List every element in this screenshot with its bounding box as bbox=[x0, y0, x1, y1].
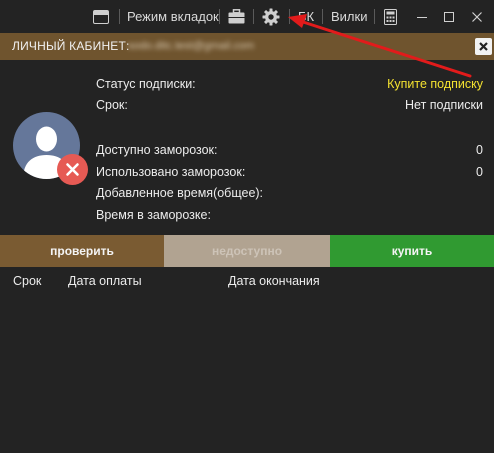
added-time-label: Добавленное время(общее): bbox=[96, 186, 264, 200]
subscription-status-label: Статус подписки: bbox=[96, 77, 196, 91]
no-subscription-icon bbox=[57, 154, 88, 185]
tabs-mode-button[interactable]: Режим вкладок bbox=[127, 0, 219, 33]
account-header: ЛИЧНЫЙ КАБИНЕТ: sodo.ditc.test@gmail.com bbox=[0, 33, 494, 60]
column-header-term: Срок bbox=[13, 274, 42, 288]
annotation-arrow bbox=[288, 14, 472, 78]
column-header-end-date: Дата окончания bbox=[228, 274, 320, 288]
close-panel-icon[interactable] bbox=[475, 38, 492, 55]
window-icon[interactable] bbox=[93, 0, 109, 33]
check-button[interactable]: проверить bbox=[0, 235, 164, 267]
bk-button[interactable]: БК bbox=[298, 0, 314, 33]
toolbar-divider bbox=[289, 9, 290, 24]
toolbar-divider bbox=[119, 9, 120, 24]
gear-icon[interactable] bbox=[262, 0, 280, 33]
page-title: ЛИЧНЫЙ КАБИНЕТ: bbox=[12, 39, 130, 53]
close-icon[interactable] bbox=[471, 0, 483, 33]
user-email: sodo.ditc.test@gmail.com bbox=[128, 40, 255, 52]
toolbar-divider bbox=[253, 9, 254, 24]
unavailable-button: недоступно bbox=[164, 235, 330, 267]
toolbar-divider bbox=[219, 9, 220, 24]
briefcase-icon[interactable] bbox=[228, 0, 245, 33]
calculator-icon[interactable] bbox=[384, 0, 397, 33]
buy-button[interactable]: купить bbox=[330, 235, 494, 267]
freezes-available-label: Доступно заморозок: bbox=[96, 143, 218, 157]
minimize-icon[interactable] bbox=[416, 0, 428, 33]
freeze-time-label: Время в заморозке: bbox=[96, 208, 211, 222]
freezes-used-label: Использовано заморозок: bbox=[96, 165, 246, 179]
column-header-payment-date: Дата оплаты bbox=[68, 274, 142, 288]
term-value: Нет подписки bbox=[405, 98, 483, 112]
forks-button[interactable]: Вилки bbox=[331, 0, 367, 33]
top-toolbar: Режим вкладок БК Вилки bbox=[0, 0, 494, 33]
toolbar-divider bbox=[322, 9, 323, 24]
freezes-available-value: 0 bbox=[476, 143, 483, 157]
buy-subscription-link[interactable]: Купите подписку bbox=[387, 77, 483, 91]
freezes-used-value: 0 bbox=[476, 165, 483, 179]
maximize-icon[interactable] bbox=[443, 0, 455, 33]
toolbar-divider bbox=[374, 9, 375, 24]
term-label: Срок: bbox=[96, 98, 128, 112]
